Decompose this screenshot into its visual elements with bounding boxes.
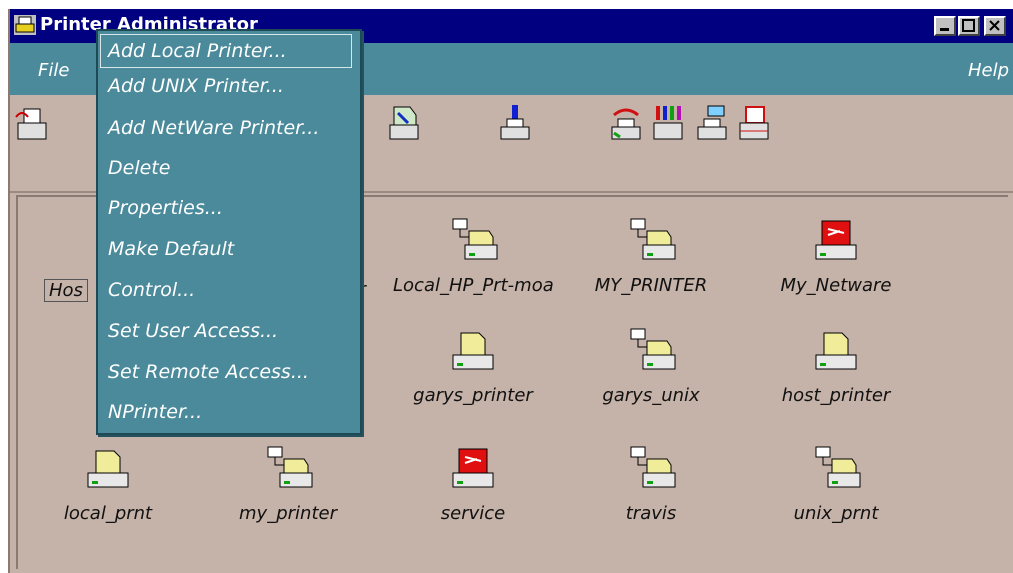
- menu-help[interactable]: Help: [968, 60, 1009, 81]
- menu-item-add-local-printer[interactable]: Add Local Printer...: [100, 34, 352, 68]
- menu-item-properties[interactable]: Properties...: [108, 197, 223, 219]
- maximize-button[interactable]: [958, 16, 980, 36]
- network-printer-icon: [630, 328, 676, 370]
- printer-item-my-printer[interactable]: my_printer: [208, 445, 368, 524]
- network-icon[interactable]: [694, 103, 730, 145]
- netware-printer-icon: [452, 448, 494, 488]
- local-printer-icon: [87, 450, 129, 488]
- local-printer-icon: [815, 332, 857, 370]
- install-printer-icon[interactable]: [497, 103, 533, 145]
- network-printer-icon: [267, 446, 313, 488]
- menu-file[interactable]: File: [38, 60, 69, 81]
- printer-item-host-printer[interactable]: host_printer: [756, 327, 916, 406]
- local-printer-icon: [452, 332, 494, 370]
- minimize-button[interactable]: [934, 16, 956, 36]
- close-button[interactable]: [984, 16, 1006, 36]
- printer-app-icon[interactable]: [14, 15, 36, 35]
- network-printer-icon: [630, 446, 676, 488]
- printer-item-my-printer-caps[interactable]: MY_PRINTER: [571, 217, 731, 296]
- netware-printer-icon: [815, 220, 857, 260]
- printer-item-local-prnt[interactable]: local_prnt: [28, 445, 188, 524]
- queue-icon[interactable]: [650, 103, 686, 145]
- printer-item-travis[interactable]: travis: [571, 445, 731, 524]
- menu-item-delete[interactable]: Delete: [108, 157, 170, 179]
- printer-item-garys-unix[interactable]: garys_unix: [571, 327, 731, 406]
- menu-item-add-unix-printer[interactable]: Add UNIX Printer...: [108, 75, 284, 97]
- network-printer-icon: [630, 218, 676, 260]
- menu-item-add-netware-printer[interactable]: Add NetWare Printer...: [108, 117, 319, 139]
- menu-item-make-default[interactable]: Make Default: [108, 238, 234, 260]
- printer-item-unix-prnt[interactable]: unix_prnt: [756, 445, 916, 524]
- printer-item-garys-printer[interactable]: garys_printer: [393, 327, 553, 406]
- printer-label-selected[interactable]: Hos: [44, 279, 88, 302]
- printer-item-local-hp[interactable]: Local_HP_Prt-moa: [393, 217, 554, 296]
- menu-item-control[interactable]: Control...: [108, 279, 195, 301]
- file-dropdown-menu: Add Local Printer... Add UNIX Printer...…: [96, 29, 362, 435]
- network-printer-icon: [452, 218, 498, 260]
- printer-admin-window: Printer Administrator File Help Hos Loca…: [8, 9, 1013, 573]
- properties-icon[interactable]: [736, 103, 772, 145]
- menu-item-nprinter[interactable]: NPrinter...: [108, 401, 202, 423]
- printer-item-service[interactable]: service: [393, 445, 553, 524]
- refresh-icon[interactable]: [608, 103, 644, 145]
- network-printer-icon: [815, 446, 861, 488]
- add-local-printer-icon[interactable]: [14, 103, 50, 145]
- add-net-printer-icon[interactable]: [386, 103, 422, 145]
- printer-item-my-netware[interactable]: My_Netware: [756, 217, 916, 296]
- menu-item-set-user-access[interactable]: Set User Access...: [108, 320, 278, 342]
- menu-item-set-remote-access[interactable]: Set Remote Access...: [108, 361, 309, 383]
